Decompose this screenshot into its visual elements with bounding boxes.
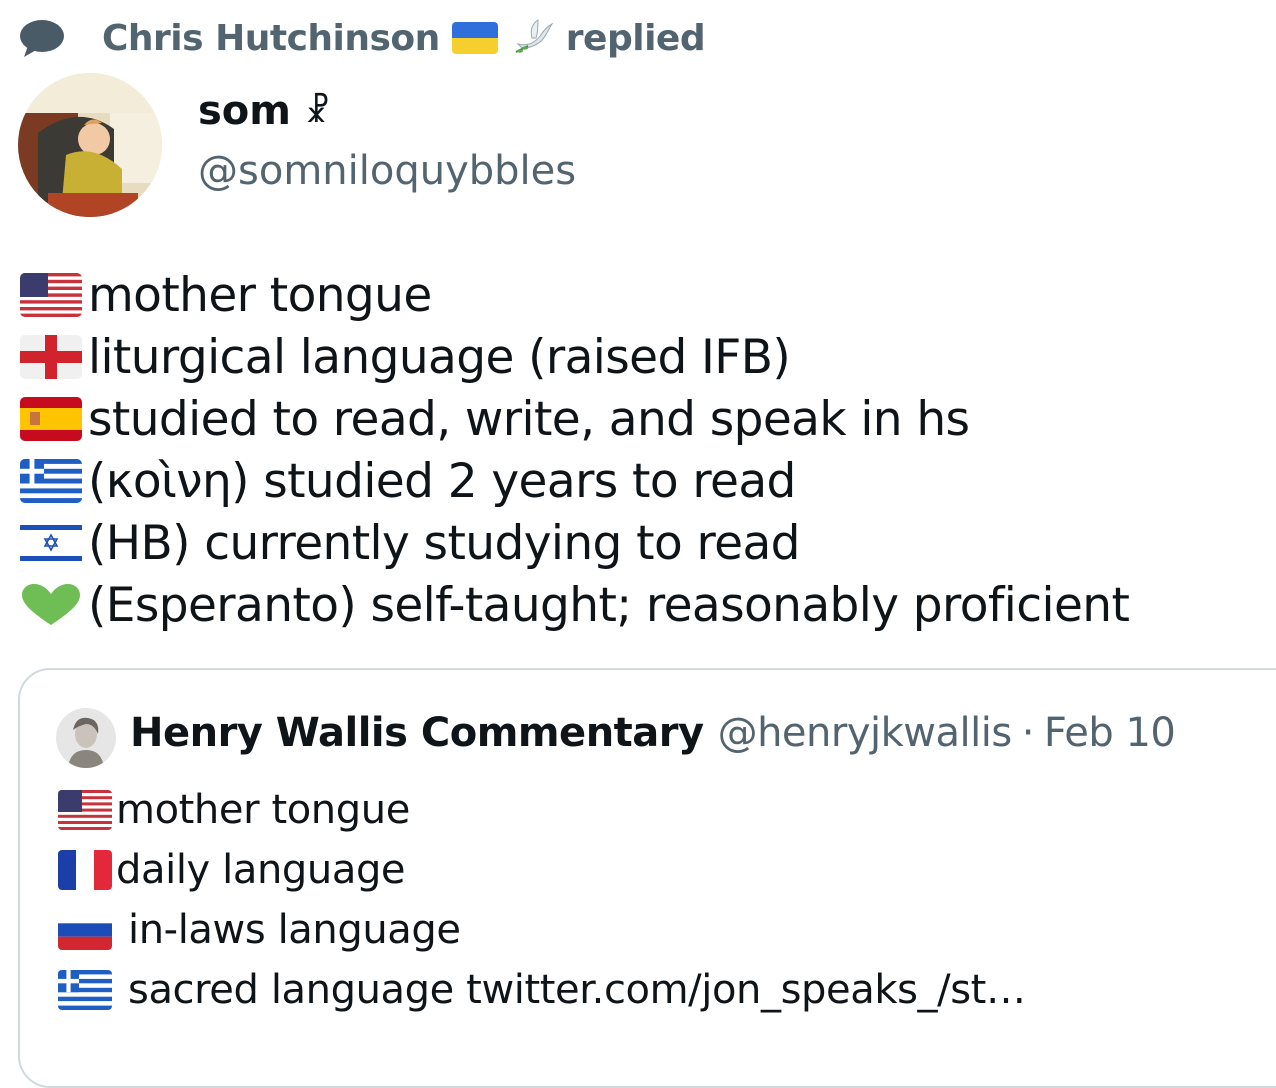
russia-flag-icon bbox=[58, 910, 112, 950]
line-text: in-laws language bbox=[128, 907, 461, 953]
line-text: (HB) currently studying to read bbox=[88, 515, 801, 571]
reply-action: replied bbox=[565, 17, 706, 59]
quote-body: mother tongue daily language in-laws lan… bbox=[58, 780, 1026, 1020]
quote-header: Henry Wallis Commentary @henryjkwallis ·… bbox=[130, 710, 1176, 756]
greece-flag-icon bbox=[20, 459, 82, 503]
line-text: (κοὶνη) studied 2 years to read bbox=[88, 453, 796, 509]
user-handle[interactable]: @somniloquybbles bbox=[198, 148, 576, 194]
list-item: (HB) currently studying to read bbox=[20, 512, 1129, 574]
tweet-body: mother tongue liturgical language (raise… bbox=[20, 264, 1130, 636]
us-flag-icon bbox=[20, 273, 82, 317]
line-text[interactable]: sacred language twitter.com/jon_speaks_/… bbox=[128, 967, 1026, 1013]
display-name[interactable]: som bbox=[198, 88, 291, 134]
list-item: (κοὶνη) studied 2 years to read bbox=[20, 450, 1129, 512]
line-text: studied to read, write, and speak in hs bbox=[88, 391, 970, 447]
list-item: (Esperanto) self-taught; reasonably prof… bbox=[20, 574, 1130, 636]
list-item: studied to read, write, and speak in hs bbox=[20, 388, 1129, 450]
list-item: mother tongue bbox=[58, 780, 1026, 840]
israel-flag-icon bbox=[20, 521, 82, 565]
quote-date[interactable]: Feb 10 bbox=[1044, 710, 1176, 756]
line-text: daily language bbox=[116, 847, 406, 893]
ukraine-flag-icon bbox=[451, 22, 498, 54]
quote-author-handle[interactable]: @henryjkwallis bbox=[718, 710, 1013, 756]
france-flag-icon bbox=[58, 850, 112, 890]
line-text: liturgical language (raised IFB) bbox=[88, 329, 791, 385]
speech-bubble-icon bbox=[20, 20, 64, 57]
separator-dot: · bbox=[1021, 710, 1035, 756]
list-item: mother tongue bbox=[20, 264, 1129, 326]
line-text: mother tongue bbox=[88, 267, 432, 323]
england-flag-icon bbox=[20, 335, 82, 379]
quote-avatar[interactable] bbox=[56, 708, 116, 768]
line-text: (Esperanto) self-taught; reasonably prof… bbox=[88, 577, 1130, 633]
list-item: daily language bbox=[58, 840, 1026, 900]
line-text: mother tongue bbox=[116, 787, 410, 833]
greece-flag-icon bbox=[58, 970, 112, 1010]
reply-author[interactable]: Chris Hutchinson bbox=[102, 18, 440, 59]
list-item: liturgical language (raised IFB) bbox=[20, 326, 1129, 388]
list-item: in-laws language bbox=[58, 900, 1026, 960]
spain-flag-icon bbox=[20, 397, 82, 441]
green-heart-icon bbox=[20, 583, 82, 627]
quote-author-name[interactable]: Henry Wallis Commentary bbox=[130, 710, 704, 756]
list-item: sacred language twitter.com/jon_speaks_/… bbox=[58, 960, 1026, 1020]
reply-header: Chris Hutchinson replied bbox=[18, 14, 706, 62]
chi-rho-symbol: ☧ bbox=[304, 92, 331, 130]
us-flag-icon bbox=[58, 790, 112, 830]
avatar[interactable] bbox=[18, 73, 162, 217]
dove-icon bbox=[515, 19, 554, 53]
